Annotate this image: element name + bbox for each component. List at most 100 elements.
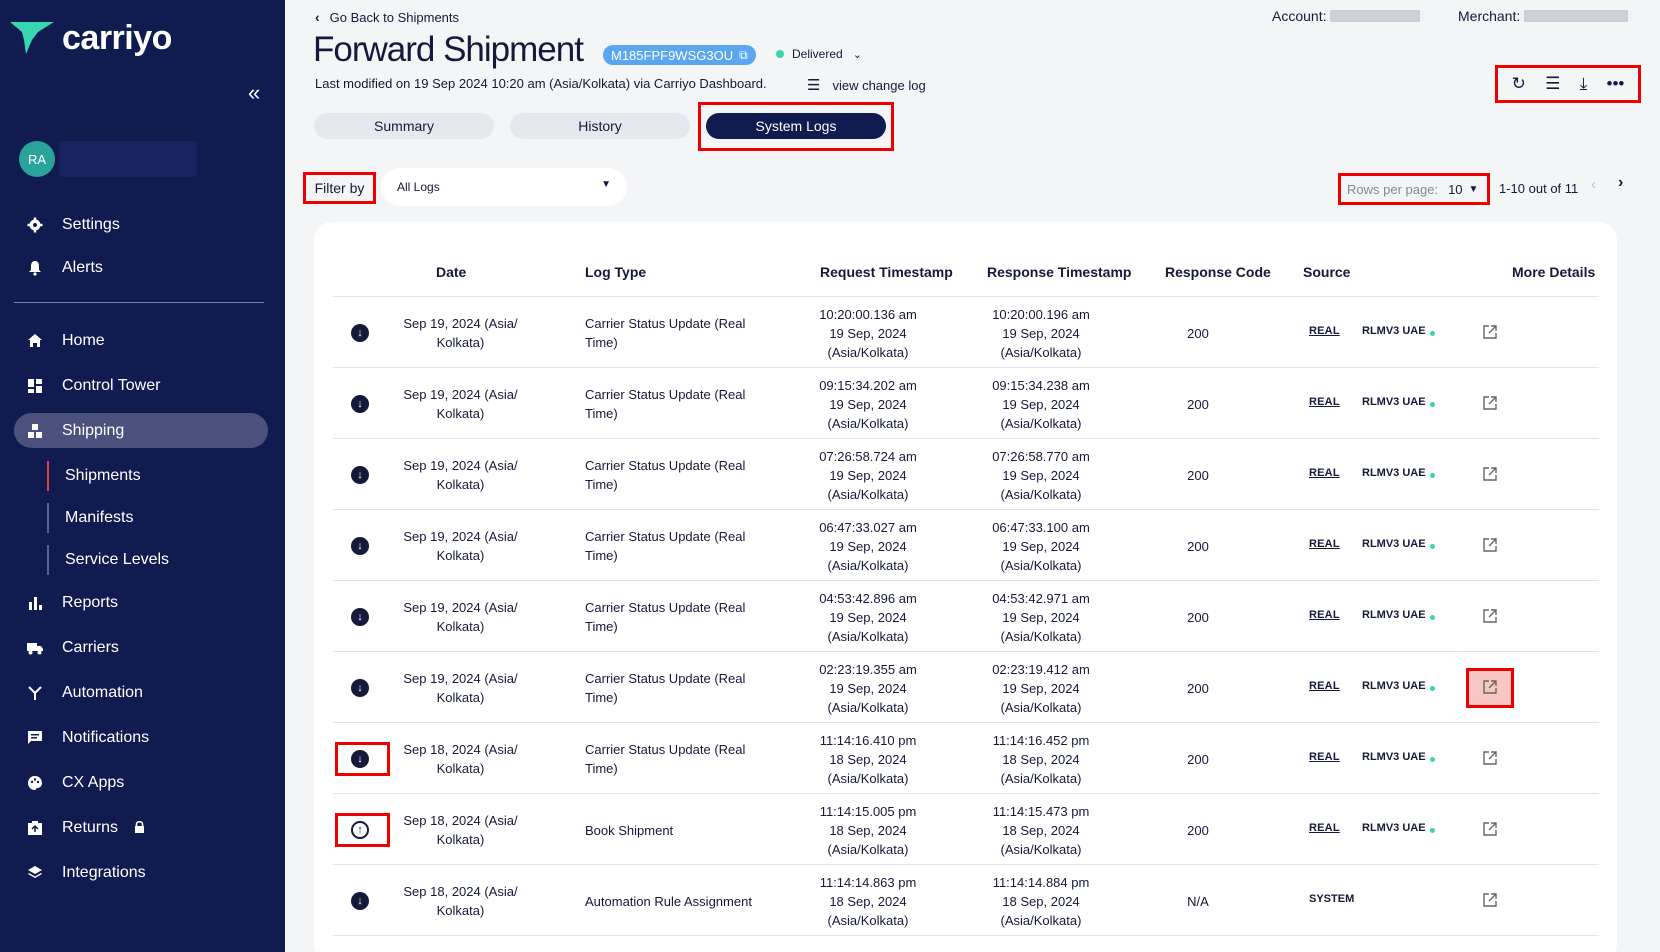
- column-header-request-timestamp[interactable]: Request Timestamp: [820, 264, 953, 280]
- open-external-icon[interactable]: [1482, 466, 1498, 482]
- sidebar-item-control-tower[interactable]: Control Tower: [14, 368, 268, 403]
- sidebar-item-automation[interactable]: Automation: [14, 675, 268, 710]
- column-header-date[interactable]: Date: [436, 264, 466, 280]
- avatar: RA: [19, 141, 55, 177]
- arrow-down-circle-icon[interactable]: ↓: [351, 607, 369, 626]
- date-cell: Sep 19, 2024 (Asia/Kolkata): [393, 456, 528, 494]
- sidebar-item-reports[interactable]: Reports: [14, 585, 268, 620]
- lock-icon: [134, 820, 145, 836]
- account-value-redacted: [1330, 10, 1421, 22]
- open-external-icon[interactable]: [1482, 821, 1498, 837]
- sidebar-item-shipments[interactable]: Shipments: [47, 461, 141, 491]
- view-change-log-link[interactable]: ☰ view change log: [807, 76, 926, 94]
- column-header-log-type[interactable]: Log Type: [585, 264, 646, 280]
- source-status-dot: [1430, 472, 1435, 478]
- arrow-down-circle-icon[interactable]: ↓: [351, 536, 369, 555]
- timestamp-line: 19 Sep, 2024: [1002, 396, 1080, 412]
- timestamp-line: 18 Sep, 2024: [1002, 893, 1080, 909]
- sidebar-item-carriers[interactable]: Carriers: [14, 630, 268, 665]
- log-type-cell: Automation Rule Assignment: [585, 892, 785, 911]
- rows-per-page-select[interactable]: 10: [1448, 182, 1462, 197]
- date-line: Kolkata): [436, 902, 485, 918]
- previous-page-icon[interactable]: ‹: [1591, 176, 1596, 193]
- tab-summary[interactable]: Summary: [314, 113, 494, 139]
- request-timestamp-cell: 04:53:42.896 am 19 Sep, 2024 (Asia/Kolkata…: [793, 589, 943, 646]
- sidebar-item-manifests[interactable]: Manifests: [47, 503, 133, 533]
- timestamp-line: 19 Sep, 2024: [1002, 609, 1080, 625]
- back-label: Go Back to Shipments: [329, 9, 460, 25]
- open-external-icon[interactable]: [1482, 679, 1498, 695]
- response-timestamp-cell: 09:15:34.238 am 19 Sep, 2024 (Asia/Kolkata…: [966, 376, 1116, 433]
- date-line: Kolkata): [436, 476, 485, 492]
- open-external-icon[interactable]: [1482, 537, 1498, 553]
- carriyo-logo-icon: [10, 22, 54, 54]
- timestamp-line: (Asia/Kolkata): [827, 415, 909, 431]
- sidebar-item-notifications[interactable]: Notifications: [14, 720, 268, 755]
- column-header-response-code[interactable]: Response Code: [1165, 264, 1271, 280]
- status-dropdown[interactable]: Delivered ⌄: [776, 47, 862, 61]
- timestamp-line: 11:14:15.005 pm: [819, 803, 917, 819]
- sidebar-item-alerts[interactable]: Alerts: [14, 250, 268, 285]
- user-profile[interactable]: RA: [19, 141, 197, 177]
- arrow-down-circle-icon[interactable]: ↓: [351, 323, 369, 342]
- request-timestamp-cell: 06:47:33.027 am 19 Sep, 2024 (Asia/Kolkata…: [793, 518, 943, 575]
- more-options-icon[interactable]: •••: [1607, 74, 1625, 94]
- awb-badge[interactable]: M185FPF9WSG3OU ⧉: [603, 45, 756, 65]
- open-external-icon[interactable]: [1482, 892, 1498, 908]
- column-header-source[interactable]: Source: [1303, 264, 1350, 280]
- log-type-line: Book Shipment: [585, 822, 674, 838]
- collapse-sidebar-icon[interactable]: «: [248, 80, 260, 106]
- source-name: SYSTEM: [1309, 892, 1355, 905]
- merchant-value-redacted: [1524, 10, 1629, 22]
- column-header-response-timestamp[interactable]: Response Timestamp: [987, 264, 1131, 280]
- carrier-logo: REAL: [1309, 679, 1340, 692]
- copy-icon[interactable]: ⧉: [739, 48, 748, 63]
- arrow-down-circle-icon[interactable]: ↓: [351, 678, 369, 697]
- list-icon: ☰: [807, 77, 821, 94]
- date-line: Sep 19, 2024 (Asia/: [403, 599, 518, 615]
- dropdown-arrow-icon[interactable]: ▼: [1469, 184, 1479, 195]
- timestamp-line: (Asia/Kolkata): [827, 628, 909, 644]
- source-name: RLMV3 UAE: [1362, 679, 1426, 692]
- sidebar-item-shipping[interactable]: Shipping: [14, 413, 268, 448]
- open-external-icon[interactable]: [1482, 750, 1498, 766]
- date-line: Sep 19, 2024 (Asia/: [403, 457, 518, 473]
- arrow-down-circle-icon[interactable]: ↓: [351, 465, 369, 484]
- timestamp-line: 11:14:14.863 pm: [819, 874, 917, 890]
- open-external-icon[interactable]: [1482, 324, 1498, 340]
- account-label: Account:: [1272, 8, 1327, 24]
- sidebar-item-home[interactable]: Home: [14, 323, 268, 358]
- date-line: Kolkata): [436, 405, 485, 421]
- profile-name-redacted: [59, 141, 197, 177]
- response-code-cell: 200: [1187, 609, 1209, 625]
- open-external-icon[interactable]: [1482, 395, 1498, 411]
- download-icon[interactable]: ⤓: [1580, 74, 1588, 94]
- date-line: Kolkata): [436, 547, 485, 563]
- return-box-icon: [24, 817, 46, 839]
- tab-history[interactable]: History: [510, 113, 690, 139]
- filter-icon[interactable]: ☰: [1545, 74, 1560, 94]
- merchant-info: Merchant:: [1458, 8, 1629, 24]
- tab-system-logs[interactable]: System Logs: [706, 113, 886, 139]
- timestamp-line: 19 Sep, 2024: [1002, 538, 1080, 554]
- sidebar-item-settings[interactable]: Settings: [14, 207, 268, 242]
- log-type-line: Automation Rule Assignment: [585, 893, 752, 909]
- toolbar: ↻ ☰ ⤓ •••: [1495, 65, 1641, 103]
- sidebar-item-integrations[interactable]: Integrations: [14, 855, 268, 890]
- refresh-icon[interactable]: ↻: [1512, 74, 1526, 94]
- carrier-logo: REAL: [1309, 466, 1340, 479]
- bar-chart-icon: [24, 592, 46, 614]
- sidebar-item-service-levels[interactable]: Service Levels: [47, 545, 169, 575]
- next-page-icon[interactable]: ›: [1618, 174, 1623, 192]
- sidebar-item-returns[interactable]: Returns: [14, 810, 268, 845]
- open-external-icon[interactable]: [1482, 608, 1498, 624]
- sidebar-item-cx-apps[interactable]: CX Apps: [14, 765, 268, 800]
- carriyo-logo[interactable]: carriyo: [8, 18, 172, 58]
- arrow-down-circle-icon[interactable]: ↓: [351, 394, 369, 413]
- arrow-down-circle-icon[interactable]: ↓: [351, 891, 369, 910]
- source-status-dot: [1430, 401, 1435, 407]
- log-filter-select[interactable]: All Logs ▼: [381, 168, 627, 206]
- request-timestamp-cell: 09:15:34.202 am 19 Sep, 2024 (Asia/Kolkata…: [793, 376, 943, 433]
- table-row: ↑ Sep 18, 2024 (Asia/Kolkata) Book Shipmen…: [333, 794, 1599, 865]
- back-link[interactable]: ‹ Go Back to Shipments: [315, 9, 459, 25]
